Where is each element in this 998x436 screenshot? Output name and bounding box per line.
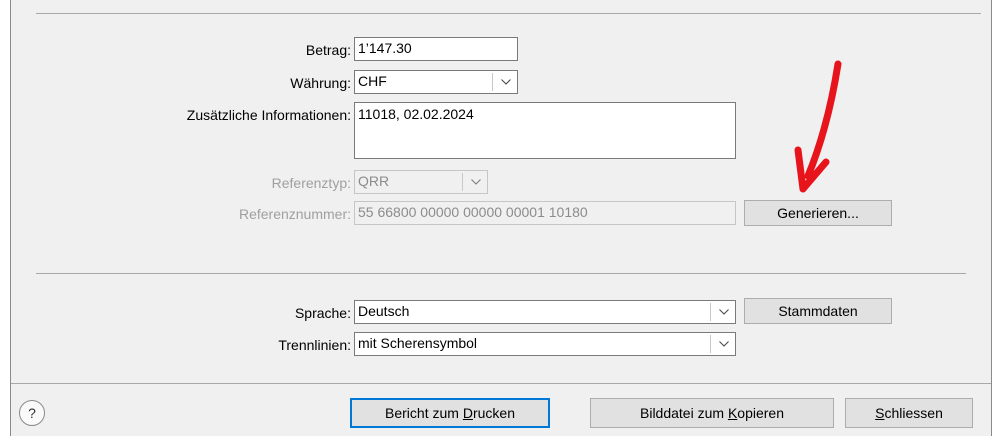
middle-divider: [36, 273, 966, 274]
chevron-down-icon[interactable]: [465, 171, 487, 193]
waehrung-value: CHF: [358, 73, 387, 89]
referenztyp-value: QRR: [358, 173, 390, 189]
help-icon[interactable]: ?: [19, 400, 45, 426]
referenznummer-input[interactable]: 55 66800 00000 00000 00001 10180: [354, 201, 736, 225]
bericht-label-post: rucken: [472, 405, 515, 421]
referenztyp-label: Referenztyp:: [271, 175, 351, 191]
dropdown-separator: [462, 173, 463, 191]
sprache-label: Sprache:: [294, 305, 351, 321]
bilddatei-label-pre: Bilddatei zum: [640, 405, 728, 421]
stammdaten-button[interactable]: Stammdaten: [744, 298, 892, 324]
bilddatei-label-key: K: [727, 405, 738, 421]
schliessen-button[interactable]: Schliessen: [845, 398, 973, 428]
waehrung-label: Währung:: [290, 75, 351, 91]
chevron-down-icon[interactable]: [495, 71, 517, 93]
betrag-label: Betrag:: [305, 42, 351, 58]
trennlinien-value: mit Scherensymbol: [358, 335, 478, 351]
footer-divider: [11, 383, 991, 384]
trennlinien-label: Trennlinien:: [278, 337, 351, 353]
betrag-input[interactable]: 1’147.30: [354, 37, 518, 61]
dropdown-separator: [710, 303, 711, 321]
bericht-label-key: D: [462, 405, 473, 421]
top-divider: [36, 13, 981, 14]
schliessen-label-post: chliessen: [884, 405, 943, 421]
schliessen-label-key: S: [875, 405, 885, 421]
chevron-down-icon[interactable]: [713, 301, 735, 323]
trennlinien-select[interactable]: mit Scherensymbol: [354, 332, 736, 356]
dialog-frame: Betrag: 1’147.30 Währung: CHF Zusätzlich…: [10, 0, 992, 436]
referenztyp-select[interactable]: QRR: [354, 170, 488, 194]
zusatz-textarea[interactable]: 11018, 02.02.2024: [354, 102, 736, 159]
bilddatei-kopieren-button[interactable]: Bilddatei zum Kopieren: [590, 398, 834, 428]
sprache-select[interactable]: Deutsch: [354, 300, 736, 324]
help-glyph: ?: [28, 405, 36, 421]
bericht-drucken-button[interactable]: Bericht zum Drucken: [350, 398, 550, 428]
chevron-down-icon[interactable]: [713, 333, 735, 355]
dropdown-separator: [492, 73, 493, 91]
referenznummer-label: Referenznummer:: [238, 206, 351, 222]
bilddatei-label-post: opieren: [737, 405, 784, 421]
dropdown-separator: [710, 335, 711, 353]
bericht-label-pre: Bericht zum: [385, 405, 463, 421]
zusatz-label: Zusätzliche Informationen:: [186, 107, 351, 123]
sprache-value: Deutsch: [358, 303, 410, 319]
waehrung-select[interactable]: CHF: [354, 70, 518, 94]
generieren-button[interactable]: Generieren...: [744, 200, 892, 226]
